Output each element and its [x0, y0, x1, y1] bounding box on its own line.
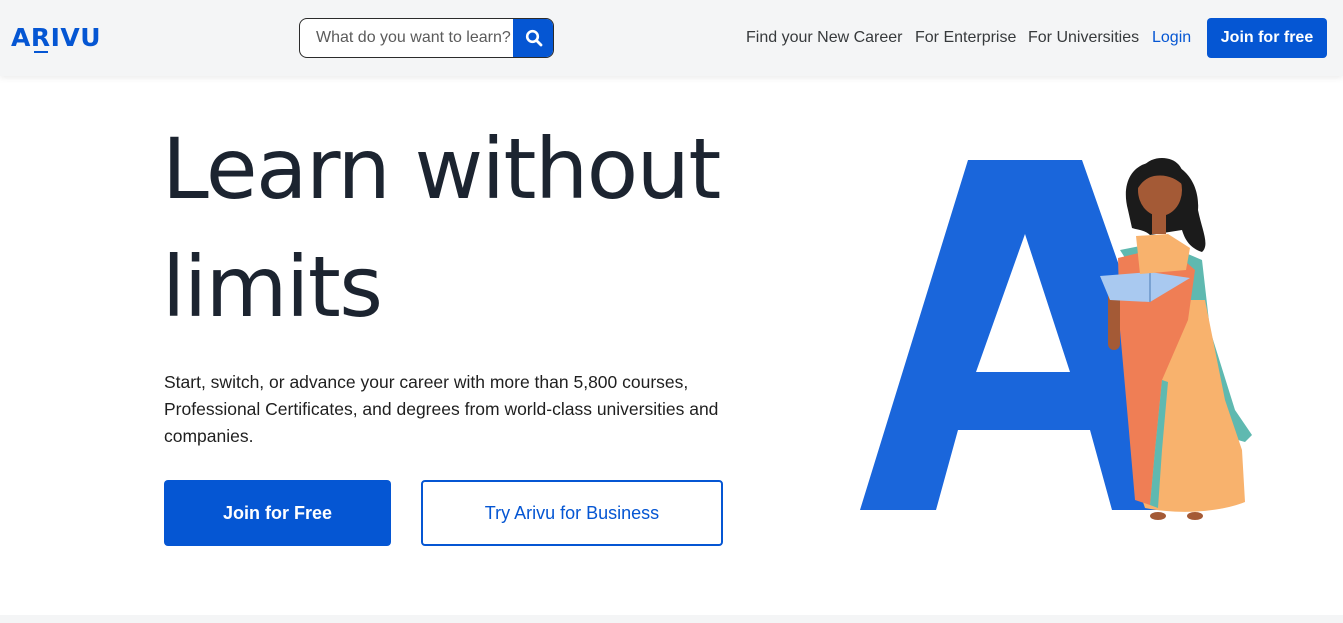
search-box	[299, 18, 554, 58]
top-navigation-bar: ARIVU Find your New Career For Enterpris…	[0, 0, 1343, 76]
hero-title-line-2: limits	[162, 238, 383, 336]
arivu-logo[interactable]: ARIVU	[11, 22, 101, 54]
join-for-free-button[interactable]: Join for free	[1207, 18, 1327, 58]
hero-title: Learn without limits	[162, 110, 802, 346]
section-divider	[0, 615, 1343, 623]
nav-for-enterprise[interactable]: For Enterprise	[915, 28, 1016, 48]
logo-text-r: R	[30, 23, 51, 53]
nav-find-new-career[interactable]: Find your New Career	[746, 28, 903, 48]
nav-login[interactable]: Login	[1152, 28, 1191, 48]
hero-title-line-1: Learn without	[162, 120, 721, 218]
search-button[interactable]	[513, 19, 553, 57]
logo-text-a: A	[11, 23, 31, 52]
logo-text-ivu: IVU	[50, 23, 102, 52]
nav-for-universities[interactable]: For Universities	[1028, 28, 1139, 48]
try-arivu-for-business-button[interactable]: Try Arivu for Business	[421, 480, 723, 546]
search-icon	[525, 29, 542, 47]
search-input[interactable]	[300, 19, 514, 57]
hero-subtitle: Start, switch, or advance your career wi…	[164, 372, 719, 446]
hero-illustration	[860, 158, 1252, 520]
join-for-free-hero-button[interactable]: Join for Free	[164, 480, 391, 546]
